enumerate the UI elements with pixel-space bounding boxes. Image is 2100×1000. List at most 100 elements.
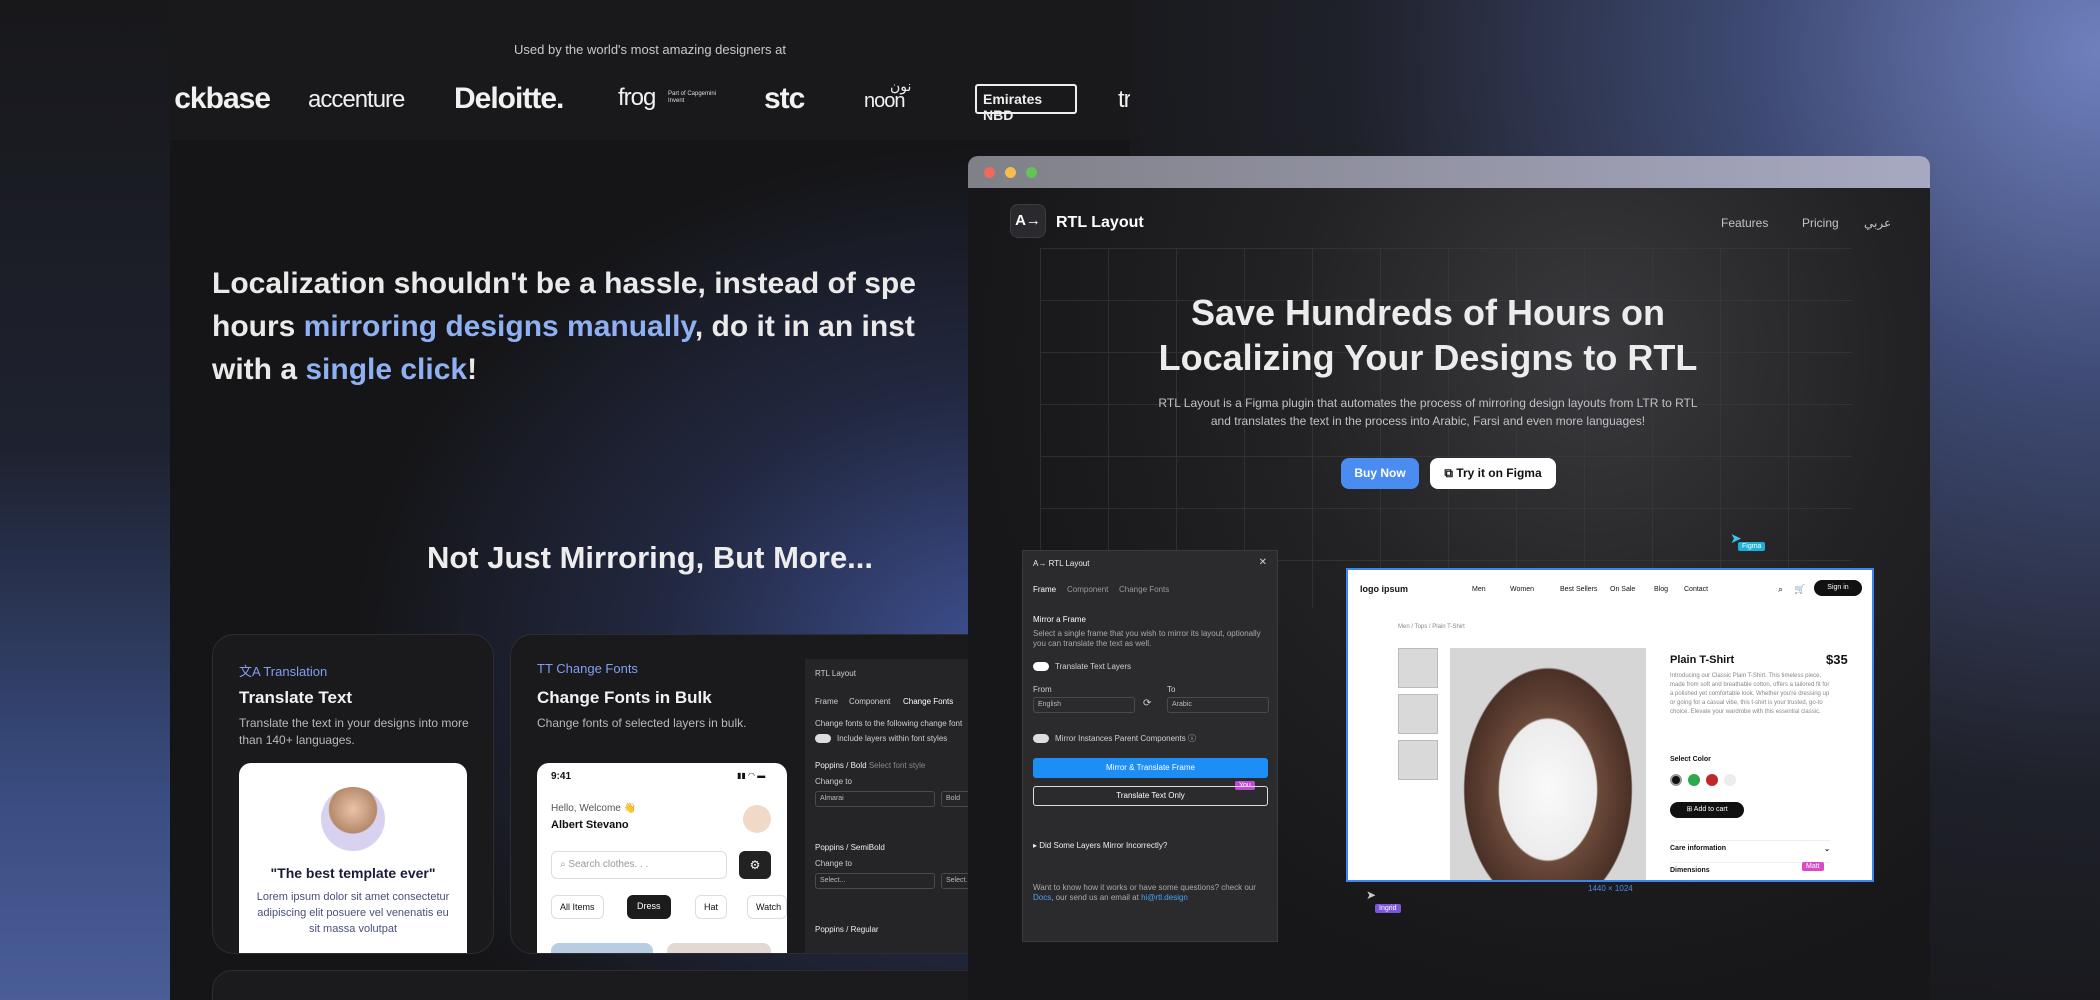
shop-nav-bestsellers[interactable]: Best Sellers [1560,586,1597,593]
hero-highlight-mirroring: mirroring designs manually [303,310,695,343]
include-toggle[interactable] [815,734,831,744]
shop-logo[interactable]: logo ipsum [1360,584,1408,594]
logo-emirates-nbd: Emirates NBD [975,84,1077,123]
fonts-panel-include: Include layers within font styles [815,734,947,744]
search-icon[interactable]: ⌕ [1778,584,1783,595]
color-swatch-green[interactable] [1688,774,1700,786]
add-to-cart-button[interactable]: ⊞ Add to cart [1670,802,1744,818]
plugin-footer: Want to know how it works or have some q… [1033,883,1269,903]
docs-link[interactable]: Docs [1033,893,1051,902]
mirror-instances-toggle[interactable]: Mirror Instances Parent Components ⓘ [1033,733,1196,744]
cursor-icon: ➤ [1366,888,1377,902]
logo-stc: stc [764,82,805,115]
font-family-select[interactable]: Almarai [815,791,935,807]
shop-nav-contact[interactable]: Contact [1684,586,1708,593]
shop-nav-men[interactable]: Men [1472,586,1486,593]
logo-truncated: tr [1118,86,1130,113]
maximize-dot[interactable] [1026,167,1037,178]
hero-line-2-start: hours [212,310,304,343]
swap-icon[interactable]: ⟳ [1143,698,1151,709]
hero-highlight-single-click: single click [305,353,468,386]
to-language-select[interactable]: Arabic [1167,697,1269,713]
mirror-translate-button[interactable]: Mirror & Translate Frame [1033,758,1268,778]
logo-accenture: accenture [308,86,405,113]
translate-card-desc: Translate the text in your designs into … [239,716,469,747]
shop-nav-onsale[interactable]: On Sale [1610,586,1635,593]
chip-dress[interactable]: Dress [627,895,671,919]
footer-text-2: , our send us an email at [1051,893,1142,902]
rtl-plugin-panel: A→ RTL Layout ✕ Frame Component Change F… [1022,550,1278,942]
color-swatch-red[interactable] [1706,774,1718,786]
try-figma-button[interactable]: ⧉ Try it on Figma [1430,458,1556,489]
close-dot[interactable] [984,167,995,178]
buy-now-button[interactable]: Buy Now [1341,458,1419,489]
translation-tag-label: Translation [263,664,328,679]
shop-signin-button[interactable]: Sign in [1814,580,1862,596]
shop-nav-blog[interactable]: Blog [1654,586,1668,593]
toggle-switch[interactable] [1033,734,1049,744]
faq-row[interactable]: ▸ Did Some Layers Mirror Incorrectly? [1033,841,1167,850]
font-group-hint: Select font style [868,761,926,770]
phone-search-placeholder: Search clothes. . . [568,859,649,870]
shop-breadcrumb: Men / Tops / Plain T-Shirt [1398,624,1465,630]
nav-features[interactable]: Features [1721,216,1768,230]
chevron-down-icon: ⌄ [1824,846,1830,853]
mirror-instances-label: Mirror Instances Parent Components [1055,734,1186,743]
close-icon[interactable]: ✕ [1259,557,1267,568]
product-name: Plain T-Shirt [1670,654,1735,666]
info-icon: ⓘ [1185,734,1196,743]
filter-icon: ⚙ [749,858,761,872]
plugin-tab-change-fonts[interactable]: Change Fonts [1119,585,1169,594]
product-price: $35 [1826,652,1848,667]
plugin-logo-icon: A→ [1033,559,1049,568]
fonts-tag-label: Change Fonts [556,661,638,676]
from-label: From [1033,685,1052,694]
rtl-logo-icon[interactable]: A→ [1010,204,1046,238]
font-family-select-2[interactable]: Select... [815,873,935,889]
product-thumbnail[interactable] [1398,648,1438,688]
product-thumbnail[interactable] [1398,694,1438,734]
plugin-tab-frame[interactable]: Frame [1033,585,1056,594]
care-information-row[interactable]: Care information ⌄ [1670,840,1830,853]
feature-card-translate: 文A Translation Translate Text Translate … [212,634,494,954]
chip-watch[interactable]: Watch [747,895,787,919]
nav-arabic[interactable]: عربي [1864,216,1891,230]
nav-pricing[interactable]: Pricing [1802,216,1839,230]
color-swatch-black[interactable] [1670,774,1682,786]
fonts-panel-title: RTL Layout [815,669,856,678]
fonts-panel-tab-component[interactable]: Component [849,697,890,706]
chip-all-items[interactable]: All Items [551,895,604,919]
color-swatch-white[interactable] [1724,774,1736,786]
from-language-select[interactable]: English [1033,697,1135,713]
phone-time: 9:41 [551,771,572,782]
translate-only-button[interactable]: Translate Text Only [1033,786,1268,806]
site-subtitle: RTL Layout is a Figma plugin that automa… [1158,396,1698,428]
minimize-dot[interactable] [1005,167,1016,178]
figma-icon: ⧉ [1444,466,1457,480]
chip-hat[interactable]: Hat [695,895,728,919]
rtl-brand-name[interactable]: RTL Layout [1056,214,1144,232]
cart-icon[interactable]: 🛒 [1794,584,1805,595]
hero-line-3-start: with a [212,353,306,386]
fonts-panel-tab-frame[interactable]: Frame [815,697,838,706]
phone-search-input[interactable]: ⌕ Search clothes. . . [551,851,727,879]
plugin-tab-component[interactable]: Component [1067,585,1108,594]
toggle-switch[interactable] [1033,662,1049,672]
product-thumbnail[interactable] [1398,740,1438,780]
bag-icon: ⊞ [1686,806,1694,813]
testimonial-card: "The best template ever" Lorem ipsum dol… [239,763,467,953]
fonts-card-title: Change Fonts in Bulk [537,688,712,707]
change-to-label: Change to [815,777,852,786]
email-link[interactable]: hi@rtl.design [1141,893,1188,902]
product-thumb [667,943,771,953]
shop-nav-women[interactable]: Women [1510,586,1534,593]
fonts-card-desc: Change fonts of selected layers in bulk. [537,716,747,730]
filter-button[interactable]: ⚙ [739,851,771,879]
browser-titlebar [968,156,1930,188]
fonts-panel-tab-change-fonts[interactable]: Change Fonts [903,697,953,706]
site-title: Save Hundreds of Hours on Localizing You… [1158,292,1698,378]
translate-layers-label: Translate Text Layers [1055,662,1132,671]
product-thumb [551,943,653,953]
logo-frog-sub: Part of Capgemini Invent [668,91,717,104]
translate-layers-toggle[interactable]: Translate Text Layers [1033,662,1132,672]
